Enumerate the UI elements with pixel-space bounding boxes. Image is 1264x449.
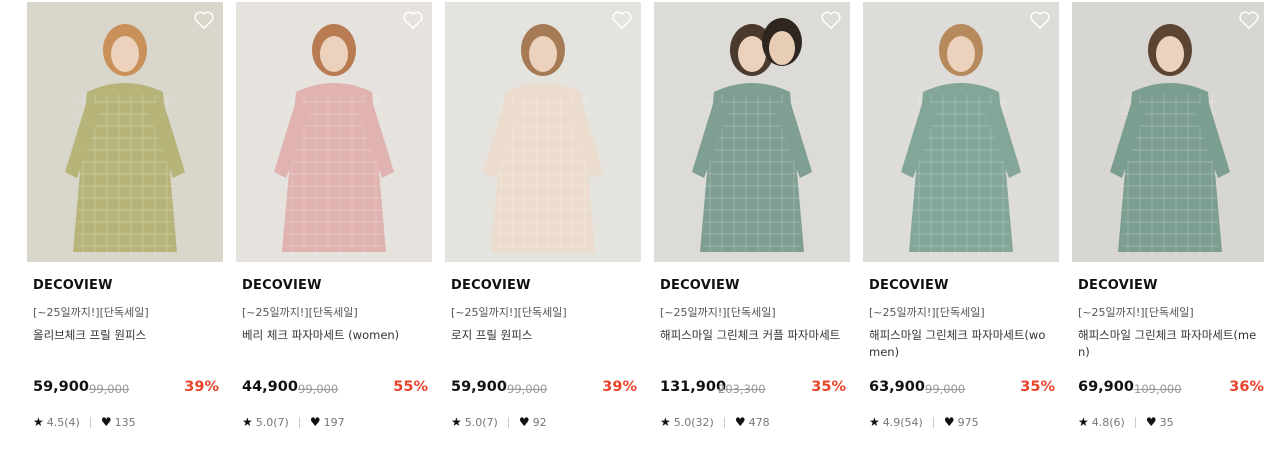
product-card[interactable]: DECOVIEW [~25일까지!][단독세일] 해피스마일 그린체크 파자마세트(… [1072,2,1264,442]
original-price: 99,000 [89,382,130,396]
product-meta: ★ 5.0(7) ♥ 197 [242,414,345,430]
product-photo [445,2,641,262]
product-meta: ★ 4.9(54) ♥ 975 [869,414,979,430]
brand-name: DECOVIEW [33,278,113,293]
product-name[interactable]: 로지 프릴 원피스 [451,327,635,344]
heart-icon: ♥ [1145,415,1157,429]
product-meta: ★ 5.0(32) ♥ 478 [660,414,770,430]
product-grid: DECOVIEW [~25일까지!][단독세일] 올리브체크 프릴 원피스 59,90… [0,0,1264,449]
discount-rate: 39% [602,379,637,395]
rating-text: 4.9(54) [882,415,923,429]
original-price: 99,000 [925,382,966,396]
sale-price: 44,900 [242,379,298,395]
star-icon: ★ [451,415,462,429]
promo-label: [~25일까지!][단독세일] [33,306,149,319]
promo-label: [~25일까지!][단독세일] [660,306,776,319]
meta-divider [89,416,91,428]
product-image[interactable] [236,2,432,262]
product-photo [236,2,432,262]
sale-price: 131,900 [660,379,727,395]
brand-name: DECOVIEW [1078,278,1158,293]
product-image[interactable] [1072,2,1264,262]
heart-icon: ♥ [943,415,955,429]
product-photo [1072,2,1264,262]
heart-icon: ♥ [734,415,746,429]
rating-text: 4.5(4) [46,415,80,429]
likes-count: 35 [1159,415,1174,429]
discount-rate: 55% [393,379,428,395]
product-name[interactable]: 해피스마일 그린체크 파자마세트(women) [869,327,1053,361]
sale-price: 59,900 [33,379,89,395]
wishlist-heart-icon[interactable] [820,10,842,30]
product-name[interactable]: 해피스마일 그린체크 커플 파자마세트 [660,327,844,344]
original-price: 109,000 [1134,382,1182,396]
product-card[interactable]: DECOVIEW [~25일까지!][단독세일] 해피스마일 그린체크 파자마세트(… [863,2,1059,442]
promo-label: [~25일까지!][단독세일] [1078,306,1194,319]
product-meta: ★ 4.5(4) ♥ 135 [33,414,136,430]
discount-rate: 39% [184,379,219,395]
original-price: 99,000 [507,382,548,396]
wishlist-heart-icon[interactable] [193,10,215,30]
star-icon: ★ [242,415,253,429]
wishlist-heart-icon[interactable] [1029,10,1051,30]
meta-divider [932,416,934,428]
likes-count: 478 [748,415,770,429]
star-icon: ★ [869,415,880,429]
promo-label: [~25일까지!][단독세일] [869,306,985,319]
original-price: 99,000 [298,382,339,396]
product-name[interactable]: 베리 체크 파자마세트 (women) [242,327,426,344]
product-photo [863,2,1059,262]
meta-divider [1134,416,1136,428]
meta-divider [507,416,509,428]
product-image[interactable] [27,2,223,262]
product-photo [654,2,850,262]
product-image[interactable] [863,2,1059,262]
wishlist-heart-icon[interactable] [1238,10,1260,30]
brand-name: DECOVIEW [242,278,322,293]
sale-price: 63,900 [869,379,925,395]
heart-icon: ♥ [518,415,530,429]
star-icon: ★ [1078,415,1089,429]
heart-icon: ♥ [309,415,321,429]
discount-rate: 35% [1020,379,1055,395]
discount-rate: 36% [1229,379,1264,395]
product-image[interactable] [654,2,850,262]
brand-name: DECOVIEW [660,278,740,293]
wishlist-heart-icon[interactable] [611,10,633,30]
likes-count: 197 [323,415,345,429]
product-card[interactable]: DECOVIEW [~25일까지!][단독세일] 올리브체크 프릴 원피스 59,90… [27,2,223,442]
brand-name: DECOVIEW [869,278,949,293]
product-name[interactable]: 해피스마일 그린체크 파자마세트(men) [1078,327,1262,361]
product-meta: ★ 5.0(7) ♥ 92 [451,414,547,430]
product-card[interactable]: DECOVIEW [~25일까지!][단독세일] 로지 프릴 원피스 59,900 99… [445,2,641,442]
star-icon: ★ [660,415,671,429]
sale-price: 69,900 [1078,379,1134,395]
rating-text: 5.0(7) [464,415,498,429]
product-photo [27,2,223,262]
likes-count: 92 [532,415,547,429]
promo-label: [~25일까지!][단독세일] [451,306,567,319]
product-card[interactable]: DECOVIEW [~25일까지!][단독세일] 베리 체크 파자마세트 (wome… [236,2,432,442]
rating-text: 4.8(6) [1091,415,1125,429]
product-meta: ★ 4.8(6) ♥ 35 [1078,414,1174,430]
likes-count: 975 [957,415,979,429]
likes-count: 135 [114,415,136,429]
meta-divider [723,416,725,428]
rating-text: 5.0(7) [255,415,289,429]
product-name[interactable]: 올리브체크 프릴 원피스 [33,327,217,344]
brand-name: DECOVIEW [451,278,531,293]
discount-rate: 35% [811,379,846,395]
star-icon: ★ [33,415,44,429]
wishlist-heart-icon[interactable] [402,10,424,30]
rating-text: 5.0(32) [673,415,714,429]
original-price: 203,300 [718,382,766,396]
product-image[interactable] [445,2,641,262]
heart-icon: ♥ [100,415,112,429]
sale-price: 59,900 [451,379,507,395]
product-card[interactable]: DECOVIEW [~25일까지!][단독세일] 해피스마일 그린체크 커플 파자마… [654,2,850,442]
promo-label: [~25일까지!][단독세일] [242,306,358,319]
meta-divider [298,416,300,428]
